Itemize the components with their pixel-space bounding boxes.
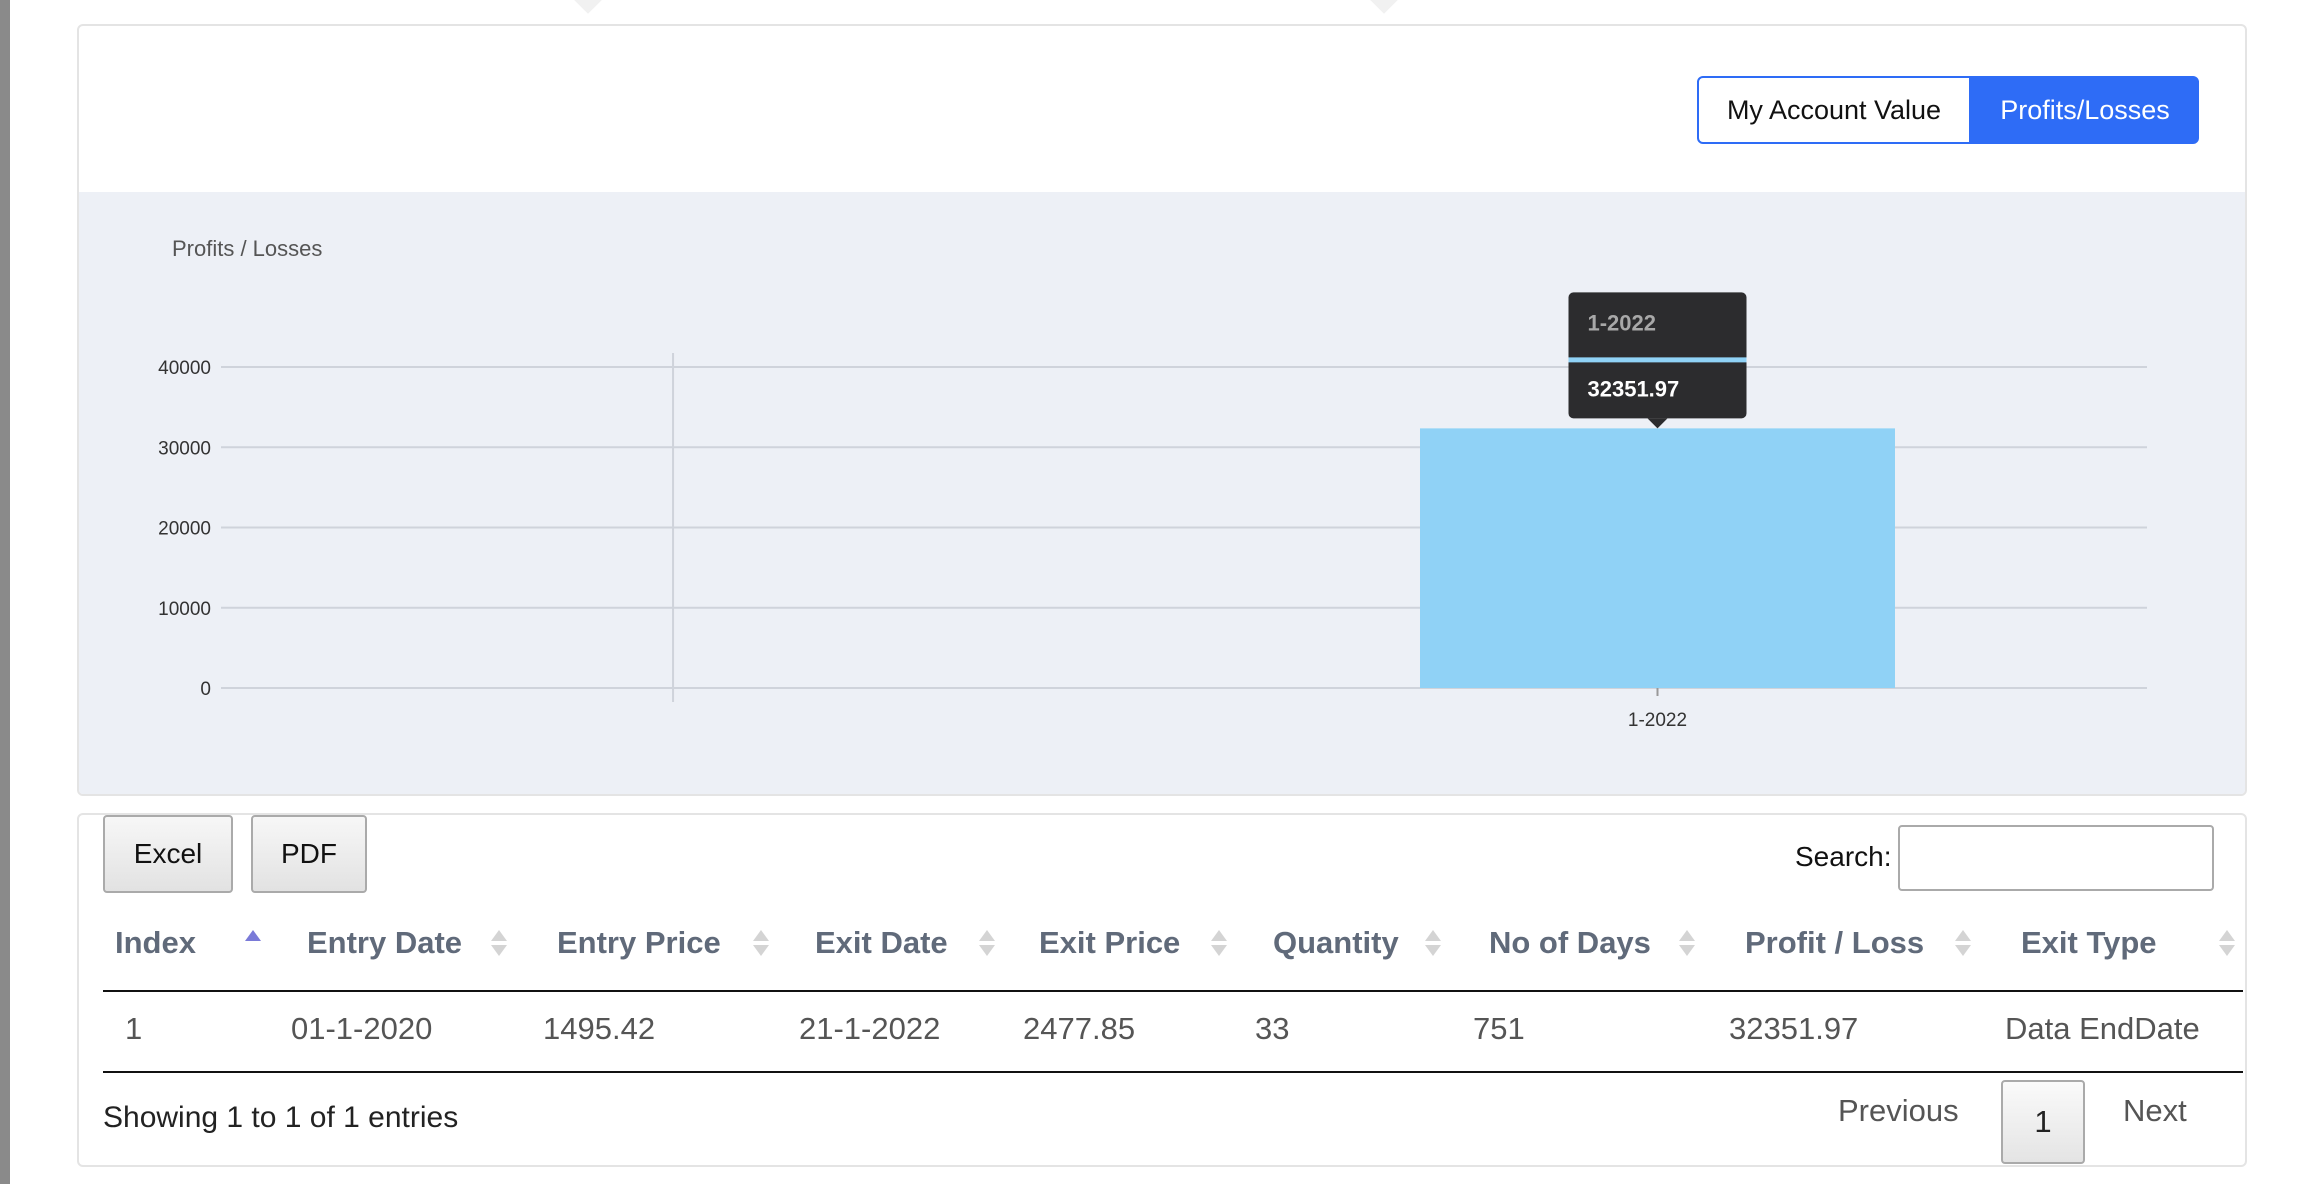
column-header[interactable]: Index xyxy=(115,925,196,961)
y-tick-label: 20000 xyxy=(158,519,211,540)
sort-icon[interactable] xyxy=(1211,928,1227,962)
tooltip-divider xyxy=(1568,357,1747,363)
sort-icon[interactable] xyxy=(753,928,769,962)
x-tick-label: 1-2022 xyxy=(1628,710,1687,731)
my-account-value-button[interactable]: My Account Value xyxy=(1697,76,1971,144)
y-tick-label: 10000 xyxy=(158,599,211,620)
column-header[interactable]: Entry Price xyxy=(557,925,721,961)
search-label: Search: xyxy=(1795,841,1892,872)
sort-icon[interactable] xyxy=(491,928,507,962)
table-cell: 32351.97 xyxy=(1729,1011,1859,1046)
y-tick-label: 40000 xyxy=(158,358,211,379)
y-tick-label: 0 xyxy=(200,679,211,700)
table-cell: Data EndDate xyxy=(2005,1011,2200,1046)
header-divider xyxy=(103,990,2243,992)
column-header[interactable]: Quantity xyxy=(1273,925,1399,961)
chart-card: My Account Value Profits/Losses Profits … xyxy=(77,24,2247,796)
sort-icon[interactable] xyxy=(979,928,995,962)
window-edge xyxy=(0,0,10,1184)
tooltip-value: 32351.97 xyxy=(1588,376,1680,401)
sort-icon[interactable] xyxy=(2219,928,2235,962)
table-cell: 2477.85 xyxy=(1023,1011,1136,1046)
tooltip-pointer xyxy=(1647,418,1668,429)
previous-page-link[interactable]: Previous xyxy=(1838,1093,1959,1129)
sort-ascending-icon[interactable] xyxy=(245,928,261,962)
table-cell: 1495.42 xyxy=(543,1011,656,1046)
column-header[interactable]: Profit / Loss xyxy=(1745,925,1924,961)
sort-icon[interactable] xyxy=(1679,928,1695,962)
table-cell: 751 xyxy=(1473,1011,1525,1046)
table-cell: 1 xyxy=(125,1011,143,1046)
y-tick-label: 30000 xyxy=(158,438,211,459)
table-cell: 21-1-2022 xyxy=(799,1011,941,1046)
sort-icon[interactable] xyxy=(1955,928,1971,962)
tooltip-title: 1-2022 xyxy=(1588,310,1657,335)
search-input[interactable] xyxy=(1898,825,2214,891)
column-header[interactable]: Entry Date xyxy=(307,925,462,961)
page-1-button[interactable]: 1 xyxy=(2001,1080,2085,1164)
excel-export-button[interactable]: Excel xyxy=(103,815,233,893)
column-header[interactable]: No of Days xyxy=(1489,925,1651,961)
column-header[interactable]: Exit Type xyxy=(2021,925,2157,961)
chart-view-toggle: My Account Value Profits/Losses xyxy=(1697,76,2199,144)
y-axis-title: Profits / Losses xyxy=(172,236,322,261)
profits-losses-chart: Profits / Losses 0 10000 20000 30000 40000 1-2… xyxy=(158,236,2147,731)
next-page-link[interactable]: Next xyxy=(2123,1093,2187,1129)
trades-table-card: Excel PDF Search: Index Entry Date Entry P… xyxy=(77,813,2247,1167)
pdf-export-button[interactable]: PDF xyxy=(251,815,367,893)
column-header[interactable]: Exit Price xyxy=(1039,925,1180,961)
chart-area: Profits / Losses 0 10000 20000 30000 40000 1-2… xyxy=(79,192,2245,794)
sort-icon[interactable] xyxy=(1425,928,1441,962)
table-cell: 01-1-2020 xyxy=(291,1011,433,1046)
table-cell: 33 xyxy=(1255,1011,1290,1046)
column-header[interactable]: Exit Date xyxy=(815,925,948,961)
bar xyxy=(1420,428,1895,688)
page-notch xyxy=(574,0,614,16)
profits-losses-button[interactable]: Profits/Losses xyxy=(1971,76,2199,144)
table-info: Showing 1 to 1 of 1 entries xyxy=(103,1101,459,1134)
page-notch xyxy=(1370,0,1410,16)
table-bottom-divider xyxy=(103,1071,2243,1073)
